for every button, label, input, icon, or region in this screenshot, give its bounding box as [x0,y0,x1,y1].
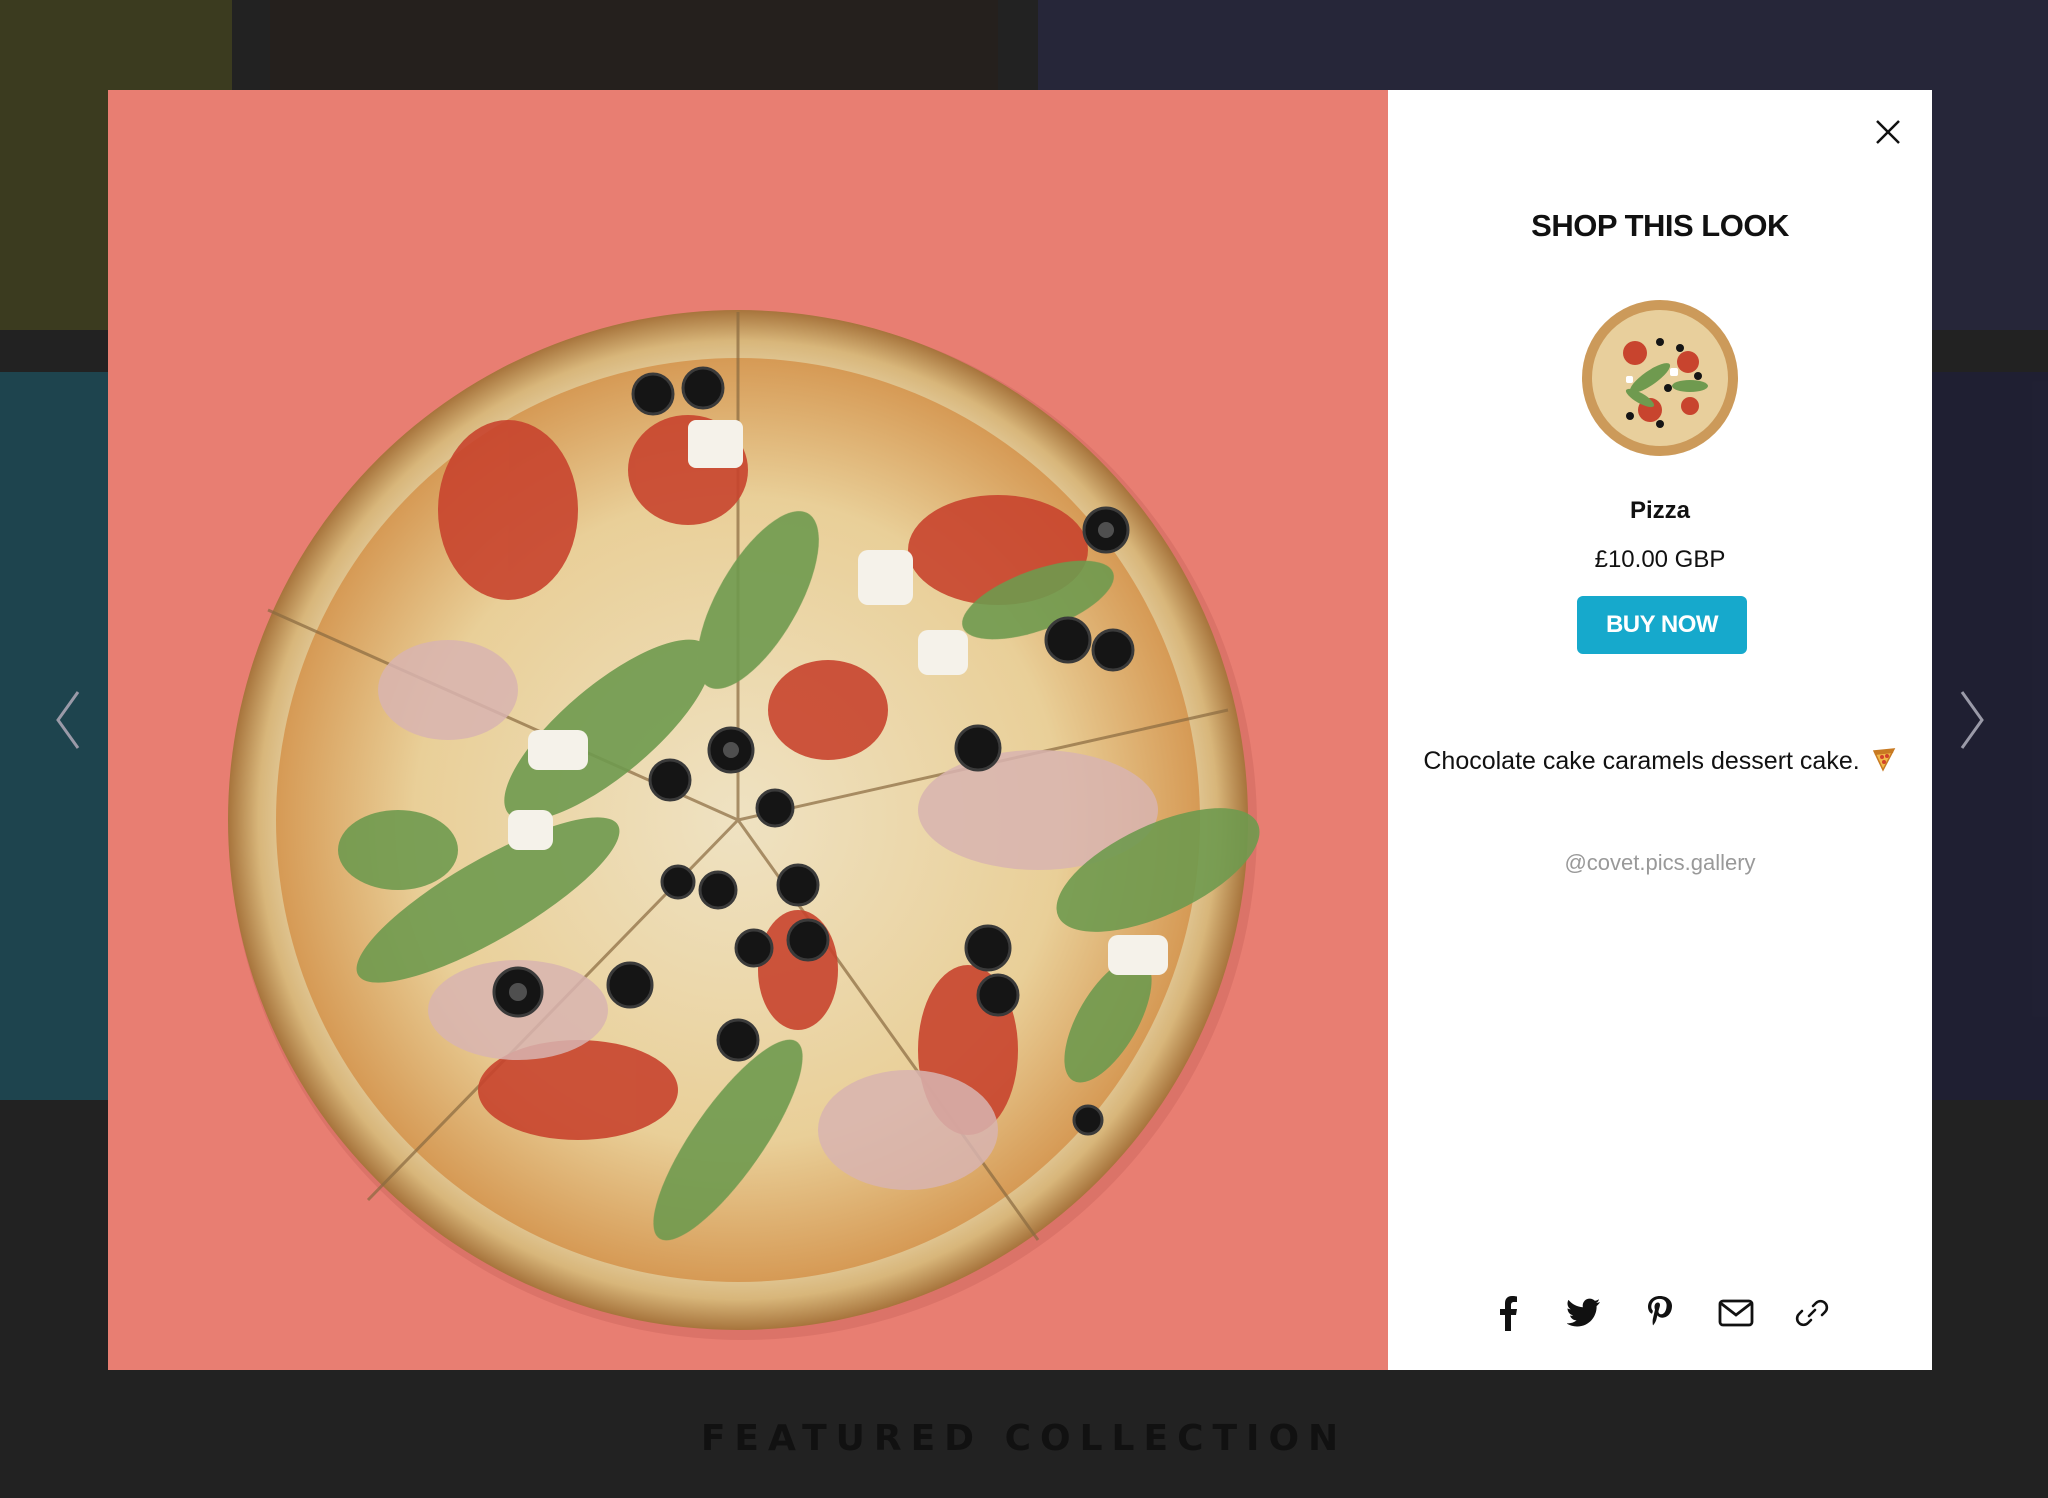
caption-text: Chocolate cake caramels dessert cake. [1423,747,1860,776]
link-icon [1795,1299,1829,1327]
shop-modal: SHOP THIS LOOK Pizza £10.00 GBP BUY NOW … [108,90,1932,1370]
source-handle-link[interactable]: @covet.pics.gallery [1388,850,1932,876]
post-caption: Chocolate cake caramels dessert cake. [1388,746,1932,779]
pinterest-icon [1648,1296,1672,1326]
email-share-button[interactable] [1718,1295,1754,1331]
chevron-left-icon [56,691,80,749]
next-button[interactable] [1942,680,2002,760]
share-bar [1388,1295,1932,1343]
email-icon [1718,1299,1754,1327]
pizza-thumbnail-icon [1582,300,1738,456]
chevron-right-icon [1960,691,1984,749]
previous-button[interactable] [38,680,98,760]
copy-link-button[interactable] [1794,1295,1830,1331]
twitter-share-button[interactable] [1566,1295,1602,1331]
close-button[interactable] [1870,114,1906,150]
product-name[interactable]: Pizza [1388,497,1932,525]
product-thumbnail[interactable] [1580,298,1740,458]
panel-title: SHOP THIS LOOK [1531,208,1789,243]
facebook-icon [1500,1296,1517,1331]
close-icon [1876,120,1900,144]
facebook-share-button[interactable] [1490,1295,1526,1331]
pizza-photo [228,310,1260,1340]
buy-now-button[interactable]: BUY NOW [1577,596,1747,654]
pizza-emoji-icon [1871,746,1897,779]
post-image [108,90,1388,1370]
featured-collection-heading: FEATURED COLLECTION [700,1418,1348,1459]
shop-panel: SHOP THIS LOOK Pizza £10.00 GBP BUY NOW … [1388,90,1932,1370]
pinterest-share-button[interactable] [1642,1295,1678,1331]
twitter-icon [1567,1298,1600,1327]
product-price: £10.00 GBP [1594,546,1726,573]
